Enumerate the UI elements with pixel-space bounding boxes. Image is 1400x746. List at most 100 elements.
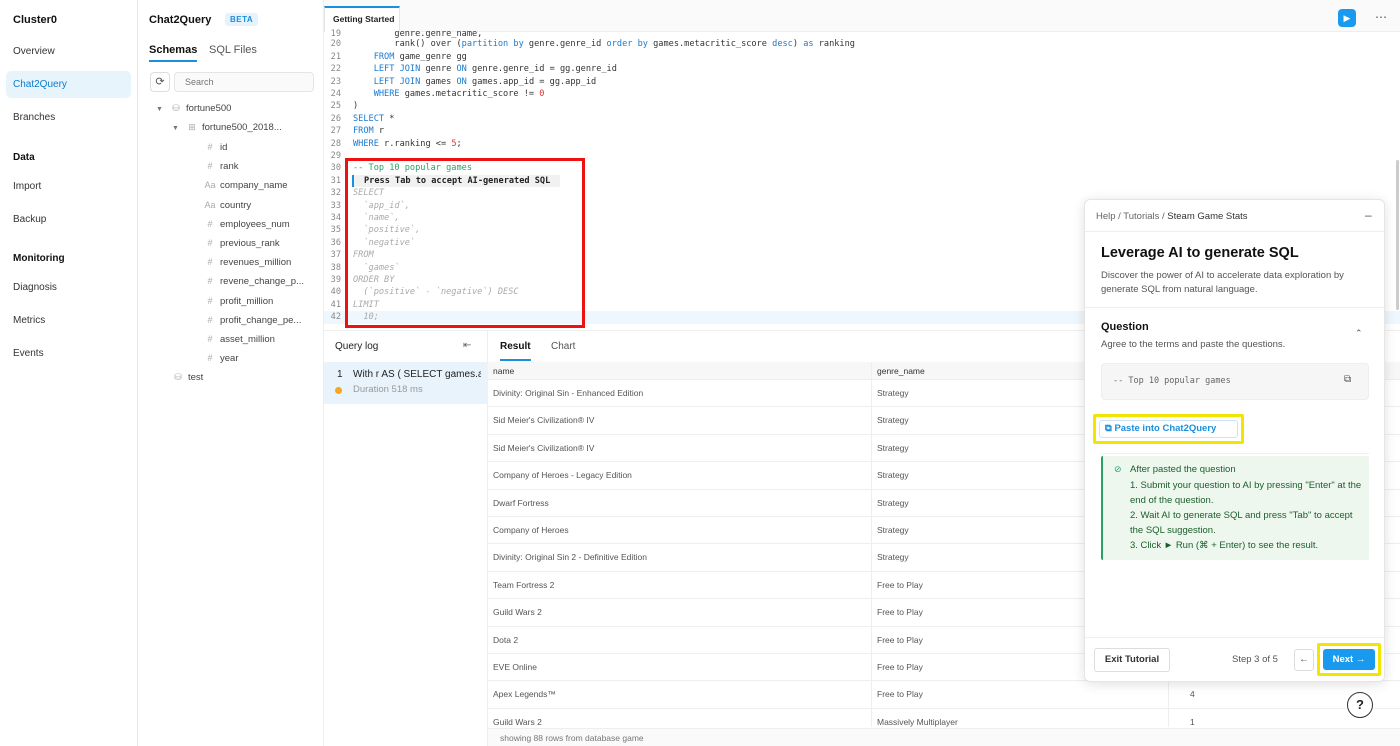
line-number: 23: [330, 76, 341, 87]
tree-column[interactable]: # profit_change_pe...: [204, 313, 301, 327]
tree-table[interactable]: ▼ ⊞ fortune500_2018...: [172, 120, 282, 134]
tutorial-panel: Help / Tutorials / Steam Game Stats – Le…: [1084, 199, 1385, 682]
table-cell-genre: Strategy: [877, 442, 909, 453]
beta-badge: BETA: [225, 13, 259, 26]
paste-into-chat2query-button[interactable]: ⧉ Paste into Chat2Query: [1099, 420, 1238, 438]
nav-backup[interactable]: Backup: [6, 206, 131, 233]
paste-highlight: ⧉ Paste into Chat2Query: [1093, 414, 1244, 444]
tree-column[interactable]: # rank: [204, 159, 238, 173]
divider: [1085, 307, 1384, 308]
editor-scrollbar[interactable]: [1396, 160, 1399, 310]
text-type-icon: Aa: [204, 199, 216, 210]
check-circle-icon: ⊘: [1114, 464, 1122, 474]
table-cell-genre: Strategy: [877, 415, 909, 426]
tab-sql-files[interactable]: SQL Files: [209, 44, 257, 56]
line-number: 20: [330, 39, 341, 50]
table-cell-name: Guild Wars 2: [493, 607, 542, 618]
run-button[interactable]: ▶: [1338, 9, 1356, 27]
table-cell-genre: Free to Play: [877, 634, 923, 645]
tab-chart[interactable]: Chart: [551, 341, 575, 352]
table-cell-name: Sid Meier's Civilization® IV: [493, 442, 595, 453]
question-title: Question: [1101, 321, 1149, 333]
tree-column[interactable]: Aa company_name: [204, 178, 288, 192]
column-header-name[interactable]: name: [493, 366, 514, 376]
sql-comment: -- Top 10 popular games: [353, 163, 472, 174]
code-line: 29: [324, 150, 1400, 162]
nav-diagnosis[interactable]: Diagnosis: [6, 274, 131, 301]
query-log-title: Query log: [335, 341, 379, 352]
nav-overview[interactable]: Overview: [6, 38, 131, 65]
code-line: 25): [324, 100, 1400, 112]
tree-column[interactable]: # id: [204, 140, 227, 154]
result-footer: showing 88 rows from database game: [488, 728, 1400, 746]
chevron-up-icon[interactable]: ⌃: [1355, 328, 1363, 339]
copy-icon[interactable]: ⧉: [1344, 374, 1351, 385]
tree-column[interactable]: # revene_change_p...: [204, 274, 304, 288]
nav-import[interactable]: Import: [6, 173, 131, 200]
table-cell-name: Apex Legends™: [493, 689, 556, 700]
table-cell-name: Team Fortress 2: [493, 579, 555, 590]
line-number: 30: [330, 163, 341, 174]
search-input[interactable]: [174, 72, 314, 92]
column-label: asset_million: [220, 334, 275, 345]
steps-header: After pasted the question: [1130, 464, 1236, 475]
tab-schemas[interactable]: Schemas: [149, 44, 198, 62]
tree-column[interactable]: # employees_num: [204, 217, 289, 231]
column-label: year: [220, 353, 239, 365]
collapse-icon[interactable]: ⇤: [463, 340, 471, 351]
play-icon: ▶: [1343, 13, 1351, 23]
code-line: 30 -- Top 10 popular games: [324, 162, 1400, 174]
caret-down-icon: ▼: [156, 106, 163, 113]
tree-column[interactable]: # asset_million: [204, 332, 275, 346]
prev-button[interactable]: ←: [1294, 649, 1314, 671]
nav-chat2query[interactable]: Chat2Query: [6, 71, 131, 98]
line-number: 26: [330, 113, 341, 124]
line-number: 25: [330, 101, 341, 112]
table-cell-name: Divinity: Original Sin 2 - Definitive Ed…: [493, 552, 648, 563]
text-type-icon: Aa: [204, 180, 216, 191]
divider: [1085, 231, 1384, 232]
panel-title: Chat2Query: [149, 14, 212, 26]
tree-column[interactable]: # revenues_million: [204, 255, 291, 269]
entry-duration: Duration 518 ms: [353, 384, 423, 395]
nav-metrics[interactable]: Metrics: [6, 307, 131, 334]
tree-column[interactable]: # profit_million: [204, 294, 273, 308]
tree-database[interactable]: ▼ ⛁ fortune500: [156, 101, 231, 115]
tree-column[interactable]: # previous_rank: [204, 236, 279, 250]
tree-column[interactable]: Aa country: [204, 198, 251, 212]
divider: [1085, 637, 1384, 638]
tab-result[interactable]: Result: [500, 341, 531, 361]
code-line: 31 Press Tab to accept AI-generated SQL: [324, 174, 1400, 188]
number-type-icon: #: [207, 161, 213, 172]
column-header-genre[interactable]: genre_name: [877, 366, 925, 376]
tree-column[interactable]: # year: [204, 351, 238, 365]
breadcrumb-tutorials[interactable]: Tutorials: [1123, 211, 1159, 222]
entry-query: With r AS ( SELECT games.app_id: [353, 369, 481, 380]
column-label: company_name: [220, 180, 288, 192]
help-icon[interactable]: ?: [1347, 692, 1373, 718]
column-label: id: [220, 142, 228, 153]
code-line: 28 WHERE r.ranking <= 5;: [324, 138, 1400, 150]
nav-section-data: Data: [13, 152, 35, 163]
number-type-icon: #: [207, 257, 213, 268]
step-item: 1. Submit your question to AI by pressin…: [1130, 480, 1362, 506]
question-code-box: -- Top 10 popular games: [1101, 363, 1369, 400]
tutorial-description: Discover the power of AI to accelerate d…: [1101, 270, 1344, 295]
nav-events[interactable]: Events: [6, 340, 131, 367]
tree-database[interactable]: ⛁ test: [172, 370, 203, 384]
nav-branches[interactable]: Branches: [6, 104, 131, 131]
minimize-icon[interactable]: –: [1365, 208, 1372, 222]
query-log-entry[interactable]: 1 With r AS ( SELECT games.app_id Durati…: [324, 362, 488, 404]
column-label: country: [220, 199, 252, 211]
breadcrumb-help[interactable]: Help: [1096, 211, 1116, 222]
cluster-name[interactable]: Cluster0: [13, 14, 57, 26]
next-button[interactable]: Next →: [1323, 649, 1375, 670]
database-icon: ⛁: [172, 103, 180, 113]
line-number: 40: [330, 287, 341, 298]
more-icon[interactable]: ⋯: [1372, 9, 1390, 27]
database-icon: ⛁: [174, 372, 182, 382]
exit-tutorial-button[interactable]: Exit Tutorial: [1094, 648, 1170, 672]
table-row[interactable]: Apex Legends™ Free to Play 4: [488, 681, 1400, 709]
refresh-icon[interactable]: ⟳: [150, 72, 170, 92]
code-line: 32 SELECT: [324, 187, 1400, 199]
